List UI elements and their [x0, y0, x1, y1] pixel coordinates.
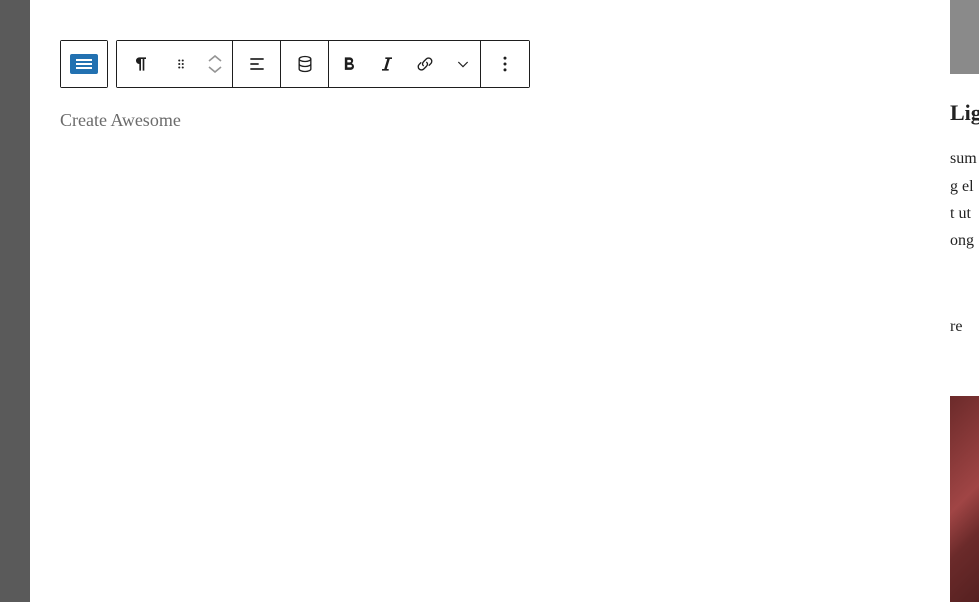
align-button[interactable] [233, 41, 281, 87]
align-left-icon [247, 54, 267, 74]
sidebar-preview: Lig sum g el t ut ong re [950, 0, 979, 602]
block-toolbar [60, 40, 920, 88]
more-rich-text-button[interactable] [445, 41, 481, 87]
formatting-group [116, 40, 530, 88]
sidebar-text-line: sum [950, 150, 977, 168]
drag-icon [174, 57, 188, 71]
bold-icon [339, 54, 359, 74]
data-source-button[interactable] [281, 41, 329, 87]
chevron-up-icon[interactable] [208, 55, 222, 63]
database-icon [295, 54, 315, 74]
sidebar-text-line: t ut [950, 205, 971, 223]
options-button[interactable] [481, 41, 529, 87]
sidebar-text-line: ong [950, 232, 974, 250]
pilcrow-icon [131, 54, 151, 74]
block-movers [197, 41, 233, 87]
sidebar-image-top [950, 0, 979, 74]
paragraph-block-icon [70, 54, 98, 74]
chevron-down-icon [455, 56, 471, 72]
block-type-button[interactable] [61, 41, 107, 87]
link-button[interactable] [405, 41, 445, 87]
italic-icon [377, 54, 397, 74]
more-vertical-icon [495, 54, 515, 74]
sidebar-image-bottom [950, 396, 979, 602]
chevron-down-icon[interactable] [208, 65, 222, 73]
bold-button[interactable] [329, 41, 369, 87]
paragraph-block-content[interactable]: Create Awesome [60, 110, 920, 140]
italic-button[interactable] [369, 41, 405, 87]
paragraph-transform-button[interactable] [117, 41, 165, 87]
block-type-group [60, 40, 108, 88]
editor-panel: Create Awesome [30, 0, 950, 602]
sidebar-text-line: g el [950, 178, 974, 196]
drag-handle[interactable] [165, 41, 197, 87]
sidebar-text-line: re [950, 318, 962, 336]
link-icon [415, 54, 435, 74]
sidebar-heading: Lig [950, 100, 979, 126]
